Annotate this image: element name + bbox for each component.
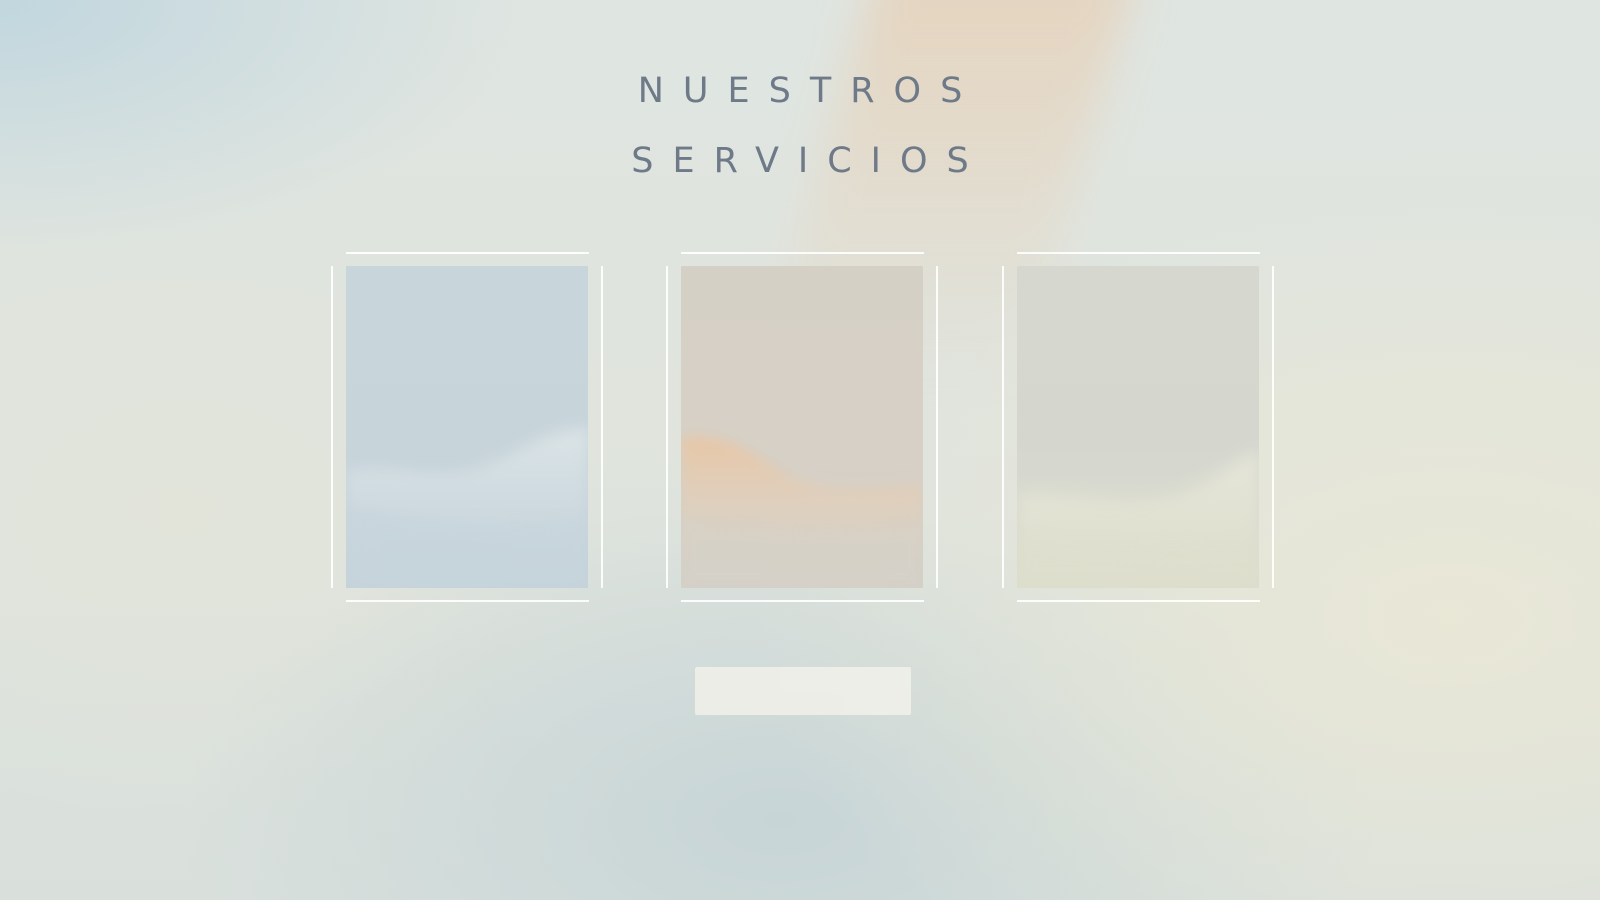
service-card-3[interactable]	[1002, 252, 1274, 602]
frame-line-bottom	[681, 600, 924, 602]
frame-line-bottom	[1017, 600, 1260, 602]
frame-line-right	[601, 266, 603, 588]
cta-button[interactable]	[695, 667, 911, 715]
frame-line-left	[1002, 266, 1004, 588]
service-card-2[interactable]	[666, 252, 938, 602]
frame-line-top	[681, 252, 924, 254]
service-image-1	[346, 266, 588, 588]
page-title: NUESTROS SERVICIOS	[0, 56, 1600, 196]
page-title-line-2: SERVICIOS	[631, 141, 988, 181]
service-card-1[interactable]	[331, 252, 603, 602]
frame-line-left	[331, 266, 333, 588]
frame-line-top	[1017, 252, 1260, 254]
frame-line-left	[666, 266, 668, 588]
page-title-line-1: NUESTROS	[637, 71, 982, 111]
wave-graphic-2	[681, 436, 923, 588]
frame-line-bottom	[346, 600, 589, 602]
service-image-3	[1017, 266, 1259, 588]
frame-line-right	[1272, 266, 1274, 588]
wave-graphic-1	[346, 428, 588, 588]
wave-graphic-3	[1017, 452, 1259, 588]
service-image-2	[681, 266, 923, 588]
frame-line-right	[936, 266, 938, 588]
frame-line-top	[346, 252, 589, 254]
